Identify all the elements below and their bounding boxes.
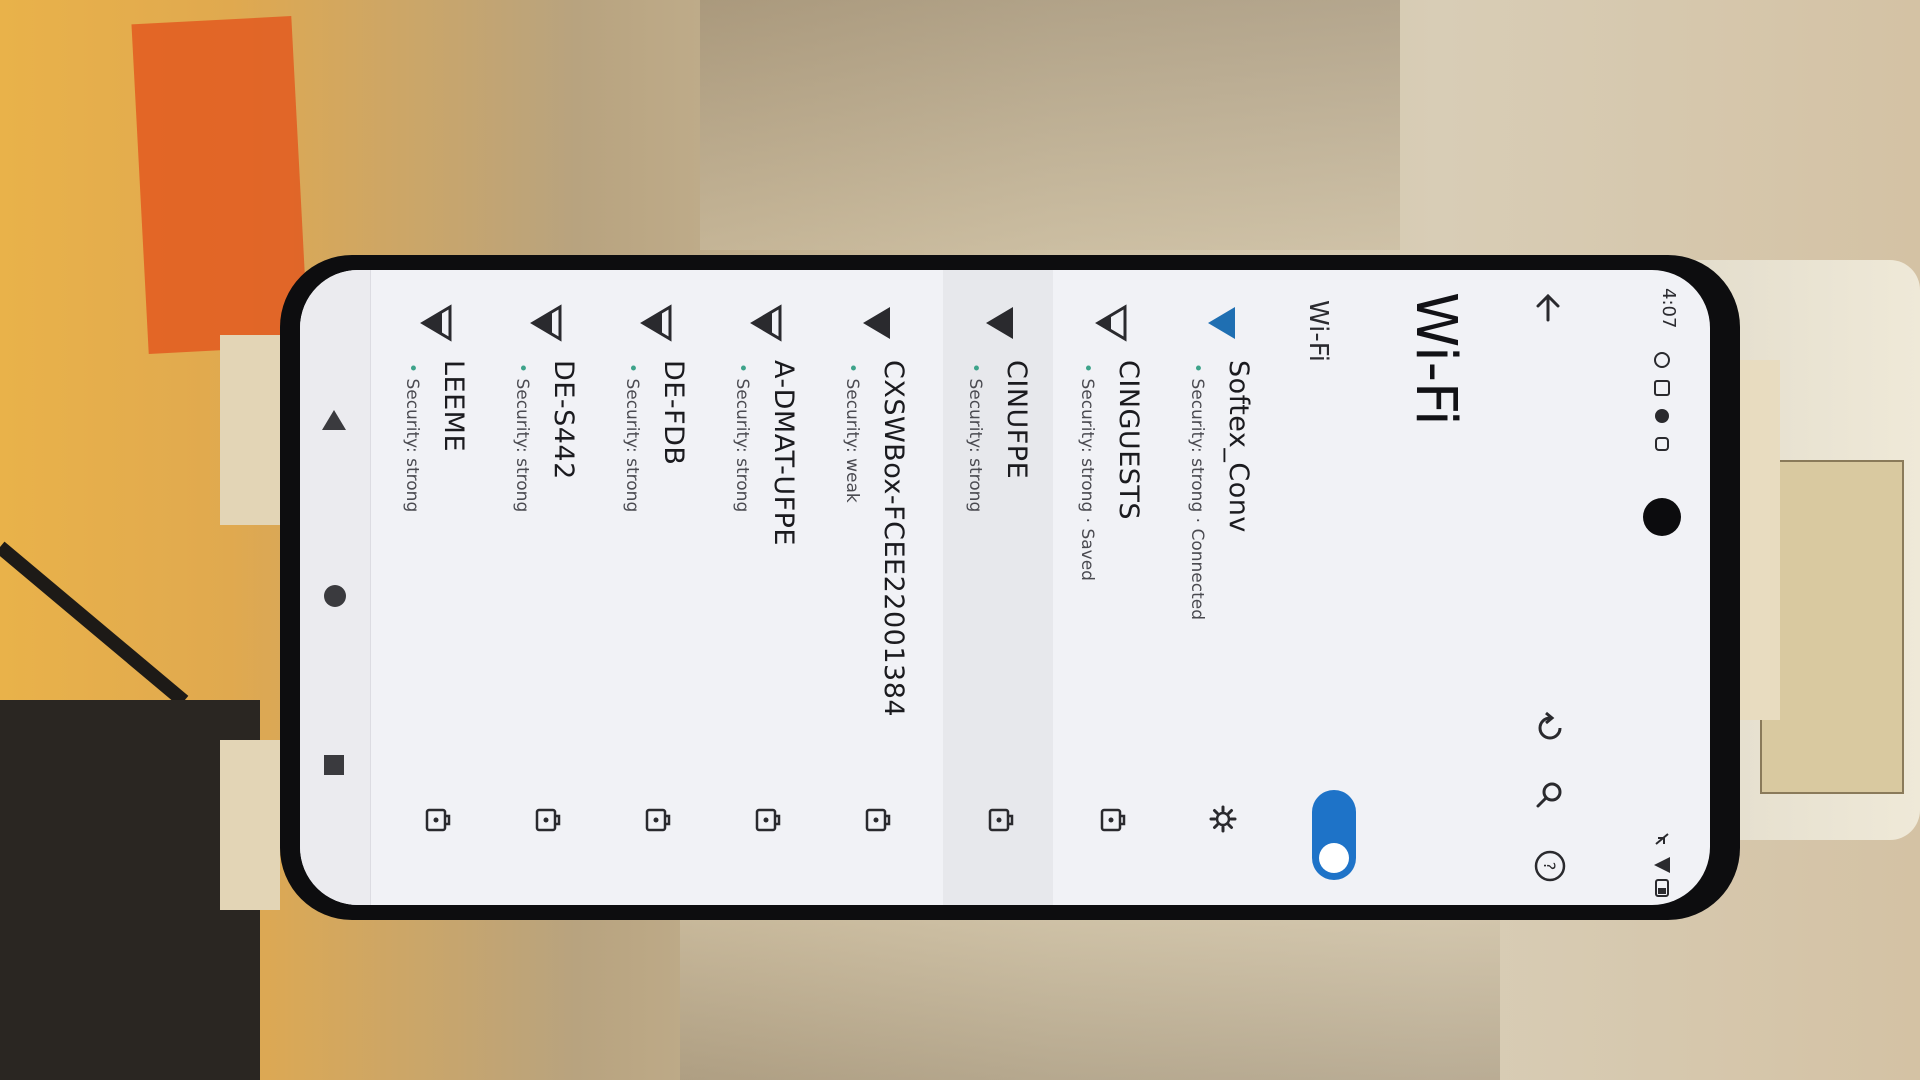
- network-name: A-DMAT-UFPE: [768, 360, 799, 546]
- front-camera: [1643, 498, 1681, 536]
- network-name: CINGUESTS: [1113, 360, 1144, 521]
- network-name: CXSWBox-FCEE22001384: [878, 360, 909, 718]
- network-security: • Security: strong: [965, 363, 985, 513]
- wifi-toggle-label: Wi-Fi: [1303, 300, 1333, 363]
- network-security: • Security: strong: [512, 363, 532, 513]
- wifi-connected-icon: [1208, 307, 1235, 339]
- network-row-de-s442[interactable]: DE-S442 • Security: strong: [490, 270, 600, 905]
- lock-icon[interactable]: [863, 804, 893, 834]
- network-row-softex-conv[interactable]: Softex_Conv • Security: strong · Connect…: [1165, 270, 1275, 905]
- background-shelf: [680, 900, 1500, 1080]
- wifi-signal-icon: [420, 304, 452, 342]
- help-icon[interactable]: ?: [1532, 848, 1568, 884]
- background-cable: [0, 541, 189, 707]
- network-row-a-dmat-ufpe[interactable]: A-DMAT-UFPE • Security: strong: [710, 270, 820, 905]
- wifi-signal-icon: [986, 307, 1013, 339]
- network-row-leeme[interactable]: LEEME • Security: strong: [380, 270, 490, 905]
- wifi-signal-icon: [530, 304, 562, 342]
- wifi-status-icon: [1654, 857, 1670, 873]
- lock-icon[interactable]: [533, 804, 563, 834]
- phone-screen: LEEME • Security: strong DE-S442 • Secur…: [300, 270, 1710, 905]
- refresh-icon[interactable]: [1532, 710, 1568, 746]
- background-shelf: [700, 0, 1400, 250]
- wifi-signal-icon: [1095, 304, 1127, 342]
- status-notification-icon: [1654, 352, 1670, 368]
- lock-icon[interactable]: [1098, 804, 1128, 834]
- lock-icon[interactable]: [753, 804, 783, 834]
- nav-home-button[interactable]: [324, 585, 346, 607]
- network-security: • Security: weak: [842, 363, 862, 503]
- network-row-cinufpe[interactable]: CINUFPE • Security: strong: [943, 270, 1053, 905]
- phone-clamp: [220, 335, 280, 525]
- lock-icon[interactable]: [423, 804, 453, 834]
- search-icon[interactable]: [1532, 778, 1568, 814]
- background-orange-box: [131, 16, 309, 354]
- nav-back-button[interactable]: [322, 410, 346, 430]
- network-security: • Security: strong · Connected: [1187, 363, 1207, 620]
- network-security: • Security: strong: [622, 363, 642, 513]
- nav-recents-button[interactable]: [324, 755, 344, 775]
- wifi-signal-icon: [750, 304, 782, 342]
- status-notification-icon: [1655, 437, 1669, 451]
- network-name: Softex_Conv: [1223, 360, 1254, 533]
- lock-icon[interactable]: [643, 804, 673, 834]
- page-title: Wi-Fi: [1403, 292, 1468, 426]
- status-time: 4:07: [1658, 288, 1679, 329]
- network-row-cxswbox[interactable]: CXSWBox-FCEE22001384 • Security: weak: [820, 270, 930, 905]
- network-row-de-fdb[interactable]: DE-FDB • Security: strong: [600, 270, 710, 905]
- toggle-knob: [1319, 843, 1349, 873]
- wifi-signal-icon: [640, 304, 672, 342]
- network-name: CINUFPE: [1001, 360, 1032, 480]
- background-warning-label: [1760, 460, 1904, 794]
- wifi-toggle-switch[interactable]: [1312, 790, 1356, 880]
- status-notification-icon: [1655, 409, 1669, 423]
- arrow-back-icon[interactable]: [1530, 290, 1566, 326]
- network-name: DE-S442: [548, 360, 579, 480]
- network-row-cinguests[interactable]: CINGUESTS • Security: strong · Saved: [1055, 270, 1165, 905]
- network-security: • Security: strong: [402, 363, 422, 513]
- navigation-bar: [300, 270, 371, 905]
- battery-icon: [1655, 879, 1669, 897]
- gear-icon[interactable]: [1208, 804, 1238, 834]
- phone-clamp: [220, 740, 280, 910]
- network-security: • Security: strong · Saved: [1077, 363, 1097, 581]
- svg-text:?: ?: [1540, 862, 1559, 871]
- status-notification-icon: [1654, 380, 1670, 396]
- network-security: • Security: strong: [732, 363, 752, 513]
- wifi-signal-icon: [863, 307, 890, 339]
- network-name: LEEME: [438, 360, 469, 453]
- lock-icon[interactable]: [986, 804, 1016, 834]
- network-name: DE-FDB: [658, 360, 689, 466]
- mute-icon: [1655, 833, 1669, 845]
